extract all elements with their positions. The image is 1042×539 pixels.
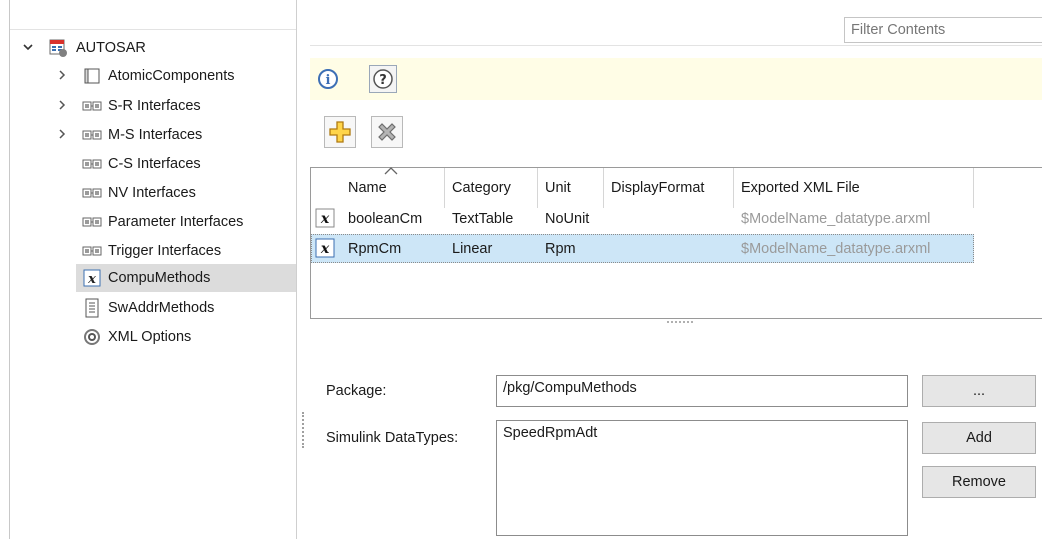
tree-item-label: AUTOSAR — [76, 40, 146, 56]
tree-item-label: XML Options — [108, 329, 192, 345]
function-x-icon: x — [315, 208, 335, 228]
info-icon[interactable]: i — [314, 65, 342, 93]
info-bar: i ? — [310, 58, 1042, 100]
tree-item-label: SwAddrMethods — [108, 300, 215, 316]
browse-button[interactable]: ... — [922, 375, 1036, 407]
svg-text:i: i — [326, 73, 331, 88]
autosar-package-icon — [48, 38, 68, 58]
tree-item-swaddr-methods[interactable]: SwAddrMethods — [10, 294, 297, 322]
package-field[interactable]: /pkg/CompuMethods — [496, 375, 908, 407]
package-value: /pkg/CompuMethods — [503, 380, 637, 396]
chevron-right-icon[interactable] — [54, 69, 70, 84]
vertical-splitter[interactable] — [296, 0, 310, 539]
chevron-down-icon[interactable] — [20, 41, 36, 56]
svg-text:x: x — [320, 241, 330, 257]
list-item[interactable]: SpeedRpmAdt — [503, 425, 901, 441]
table-row[interactable]: x booleanCm TextTable NoUnit $ModelName_… — [311, 204, 974, 233]
delete-button[interactable] — [371, 116, 403, 148]
tree-item-atomic-components[interactable]: AtomicComponents — [10, 62, 297, 90]
svg-text:x: x — [87, 272, 96, 287]
column-header-name[interactable]: Name — [341, 167, 445, 208]
cell-name: booleanCm — [348, 210, 423, 227]
gear-icon — [82, 327, 102, 347]
simulink-datatypes-list[interactable]: SpeedRpmAdt — [496, 420, 908, 536]
column-header-display-format[interactable]: DisplayFormat — [604, 168, 734, 208]
component-icon — [82, 66, 102, 86]
tree-item-label: Trigger Interfaces — [108, 243, 222, 259]
column-header-exported-xml-file[interactable]: Exported XML File — [734, 168, 974, 208]
help-icon: ? — [373, 69, 393, 89]
package-label: Package: — [326, 383, 387, 399]
column-header-label: Name — [348, 180, 387, 196]
tree-item-nv-interfaces[interactable]: NV Interfaces — [10, 179, 297, 207]
cell-exported-xml-file: $ModelName_datatype.arxml — [741, 240, 931, 257]
splitter-grip[interactable] — [302, 412, 304, 448]
remove-datatype-button[interactable]: Remove — [922, 466, 1036, 498]
tree-item-label: AtomicComponents — [108, 68, 235, 84]
simulink-datatypes-label: Simulink DataTypes: — [326, 430, 459, 446]
column-header-label: Unit — [545, 180, 571, 196]
table-row-selected[interactable]: x RpmCm Linear Rpm $ModelName_datatype.a… — [311, 234, 974, 263]
tree-item-label: S-R Interfaces — [108, 98, 201, 114]
interface-icon — [82, 183, 102, 203]
compu-methods-table: Name Category Unit DisplayFormat Exporte… — [310, 167, 1042, 319]
filter-strip — [310, 0, 1042, 46]
column-header-label: DisplayFormat — [611, 180, 705, 196]
tree-item-xml-options[interactable]: XML Options — [10, 323, 297, 351]
help-button[interactable]: ? — [369, 65, 397, 93]
cell-unit: Rpm — [545, 240, 576, 257]
interface-icon — [82, 125, 102, 145]
svg-text:x: x — [320, 211, 330, 227]
tree-item-trigger-interfaces[interactable]: Trigger Interfaces — [10, 237, 297, 265]
tree-item-autosar[interactable]: AUTOSAR — [10, 34, 297, 62]
function-x-icon: x — [82, 268, 102, 288]
tree-item-label: Parameter Interfaces — [108, 214, 244, 230]
column-header-unit[interactable]: Unit — [538, 168, 604, 208]
sort-ascending-icon — [384, 164, 398, 178]
tree-item-sr-interfaces[interactable]: S-R Interfaces — [10, 92, 297, 120]
tree-item-cs-interfaces[interactable]: C-S Interfaces — [10, 150, 297, 178]
document-list-icon — [82, 298, 102, 318]
interface-icon — [82, 212, 102, 232]
add-icon — [329, 121, 351, 143]
horizontal-splitter-grip[interactable] — [667, 321, 693, 325]
content-panel: i ? Name Category Unit DisplayFormat Exp… — [310, 0, 1042, 539]
cell-unit: NoUnit — [545, 210, 590, 227]
interface-icon — [82, 241, 102, 261]
cell-exported-xml-file: $ModelName_datatype.arxml — [741, 210, 931, 227]
tree-item-ms-interfaces[interactable]: M-S Interfaces — [10, 121, 297, 149]
interface-icon — [82, 96, 102, 116]
svg-text:?: ? — [379, 73, 387, 88]
remove-button-label: Remove — [952, 474, 1006, 490]
column-header-label: Exported XML File — [741, 180, 860, 196]
cell-category: TextTable — [452, 210, 514, 227]
add-button[interactable] — [324, 116, 356, 148]
tree-header-strip — [10, 0, 297, 30]
delete-icon — [378, 123, 396, 141]
cell-name: RpmCm — [348, 240, 402, 257]
column-header-category[interactable]: Category — [445, 168, 538, 208]
chevron-right-icon[interactable] — [54, 128, 70, 143]
browse-button-label: ... — [972, 383, 986, 399]
tree-item-compu-methods[interactable]: x CompuMethods — [76, 264, 297, 292]
cell-category: Linear — [452, 240, 493, 257]
column-header-label: Category — [452, 180, 511, 196]
function-x-icon: x — [315, 238, 335, 258]
autosar-tree-panel: AUTOSAR AtomicComponents S-R Interfaces … — [9, 0, 297, 539]
interface-icon — [82, 154, 102, 174]
tree-item-parameter-interfaces[interactable]: Parameter Interfaces — [10, 208, 297, 236]
add-button-label: Add — [966, 430, 992, 446]
tree-item-label: M-S Interfaces — [108, 127, 203, 143]
filter-contents-input[interactable] — [844, 17, 1042, 43]
add-datatype-button[interactable]: Add — [922, 422, 1036, 454]
chevron-right-icon[interactable] — [54, 99, 70, 114]
tree-item-label: C-S Interfaces — [108, 156, 201, 172]
tree-item-label: NV Interfaces — [108, 185, 196, 201]
tree-item-label: CompuMethods — [108, 270, 211, 286]
